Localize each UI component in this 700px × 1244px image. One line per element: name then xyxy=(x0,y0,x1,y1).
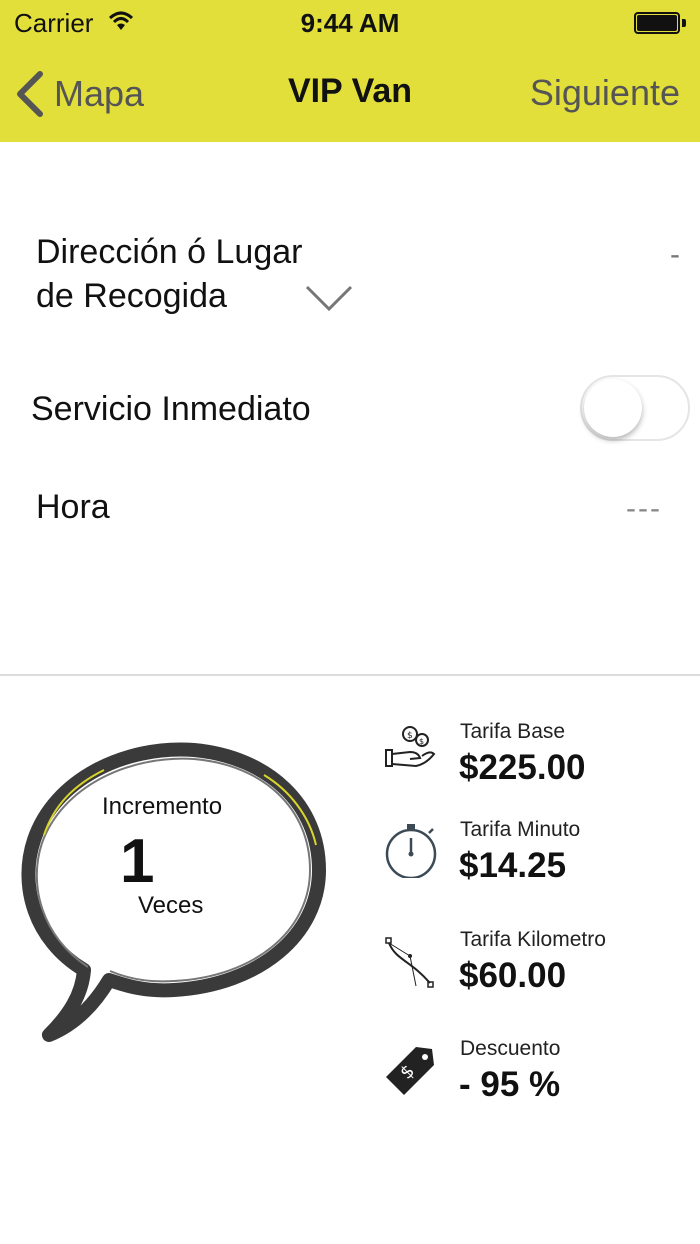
increment-value: 1 xyxy=(120,827,155,896)
fee-discount: $ Descuento - 95 % xyxy=(382,1037,682,1117)
pickup-label-line1: Dirección ó Lugar xyxy=(36,233,303,271)
hour-label: Hora xyxy=(36,488,110,526)
next-button[interactable]: Siguiente xyxy=(530,72,680,114)
nav-bar: Carrier 9:44 AM Mapa VIP Van Siguiente xyxy=(0,0,700,142)
divider xyxy=(0,674,700,676)
battery-icon xyxy=(634,12,686,34)
immediate-service-toggle[interactable] xyxy=(580,375,690,441)
svg-text:$: $ xyxy=(407,731,413,741)
pickup-value: - xyxy=(670,238,680,271)
fee-base-value: $225.00 xyxy=(459,748,586,787)
status-bar: Carrier 9:44 AM xyxy=(0,0,700,46)
fee-km-value: $60.00 xyxy=(459,956,567,995)
fee-discount-label: Descuento xyxy=(460,1037,561,1060)
increment-label: Incremento xyxy=(102,793,223,820)
price-tag-icon: $ xyxy=(386,1047,434,1095)
fee-minute-label: Tarifa Minuto xyxy=(460,818,581,841)
svg-text:$: $ xyxy=(419,737,424,746)
fee-discount-value: - 95 % xyxy=(459,1065,561,1104)
clock: 9:44 AM xyxy=(300,8,400,38)
toggle-knob xyxy=(584,379,642,437)
fee-minute: Tarifa Minuto $14.25 xyxy=(382,818,682,898)
route-curve-icon xyxy=(385,937,434,988)
fee-km: Tarifa Kilometro $60.00 xyxy=(382,928,682,1008)
chevron-down-icon[interactable] xyxy=(304,282,354,314)
service-label: Servicio Inmediato xyxy=(31,390,311,428)
hand-coins-icon: $ $ xyxy=(385,726,436,768)
stopwatch-icon xyxy=(385,824,437,878)
fee-minute-value: $14.25 xyxy=(459,846,567,885)
fee-base: $ $ Tarifa Base $225.00 xyxy=(382,720,682,800)
fee-base-label: Tarifa Base xyxy=(460,720,566,743)
fee-km-label: Tarifa Kilometro xyxy=(460,928,606,951)
hour-value[interactable]: --- xyxy=(626,492,662,526)
increment-unit: Veces xyxy=(138,892,204,919)
